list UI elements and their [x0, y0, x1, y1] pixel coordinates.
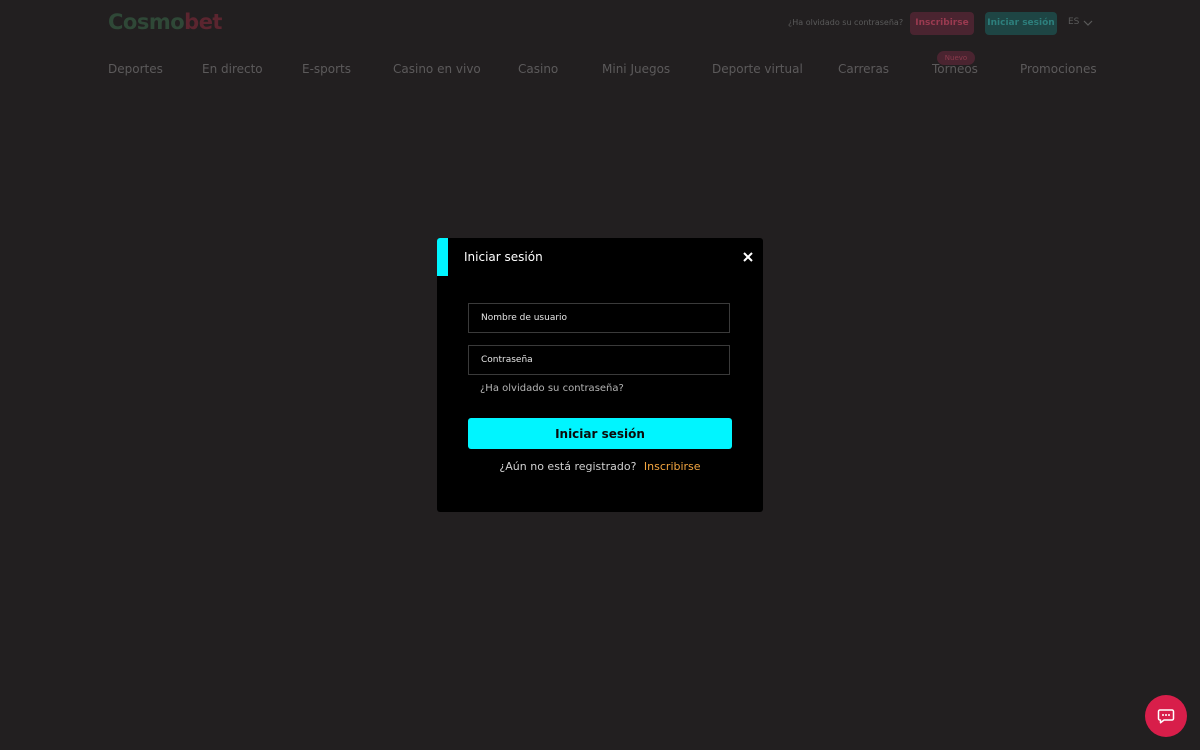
close-icon[interactable] [741, 250, 755, 264]
nav-item-en-directo[interactable]: En directo [202, 62, 263, 76]
modal-accent-bar [437, 238, 448, 276]
nav-item-deporte-virtual[interactable]: Deporte virtual [712, 62, 803, 76]
nav-item-torneos[interactable]: Torneos [932, 62, 978, 76]
register-prompt: ¿Aún no está registrado? Inscribirse [437, 460, 763, 473]
nav-item-promociones[interactable]: Promociones [1020, 62, 1097, 76]
header-login-button[interactable]: Iniciar sesión [985, 12, 1057, 35]
nav-item-esports[interactable]: E-sports [302, 62, 351, 76]
nav-item-carreras[interactable]: Carreras [838, 62, 889, 76]
login-submit-button[interactable]: Iniciar sesión [468, 418, 732, 449]
header-forgot-password-link[interactable]: ¿Ha olvidado su contraseña? [788, 18, 903, 27]
register-link[interactable]: Inscribirse [644, 460, 701, 473]
modal-title: Iniciar sesión [464, 250, 543, 264]
nav-item-deportes[interactable]: Deportes [108, 62, 163, 76]
password-input[interactable] [468, 345, 730, 375]
nav-item-casino[interactable]: Casino [518, 62, 558, 76]
chat-icon [1157, 709, 1175, 724]
username-input[interactable] [468, 303, 730, 333]
site-logo[interactable]: Cosmobet [108, 10, 222, 34]
login-modal: Iniciar sesión ¿Ha olvidado su contraseñ… [437, 238, 763, 512]
register-question: ¿Aún no está registrado? [499, 460, 637, 473]
logo-part-bet: bet [184, 10, 222, 34]
chat-button[interactable] [1145, 695, 1187, 737]
language-selector[interactable]: ES [1068, 17, 1079, 27]
chevron-down-icon[interactable] [1083, 19, 1093, 27]
nav-item-casino-en-vivo[interactable]: Casino en vivo [393, 62, 481, 76]
nav-item-mini-juegos[interactable]: Mini Juegos [602, 62, 670, 76]
forgot-password-link[interactable]: ¿Ha olvidado su contraseña? [480, 383, 624, 394]
logo-part-cosmo: Cosmo [108, 10, 185, 34]
page: Cosmobet ¿Ha olvidado su contraseña? Ins… [0, 0, 1200, 750]
header-signup-button[interactable]: Inscribirse [910, 12, 974, 35]
